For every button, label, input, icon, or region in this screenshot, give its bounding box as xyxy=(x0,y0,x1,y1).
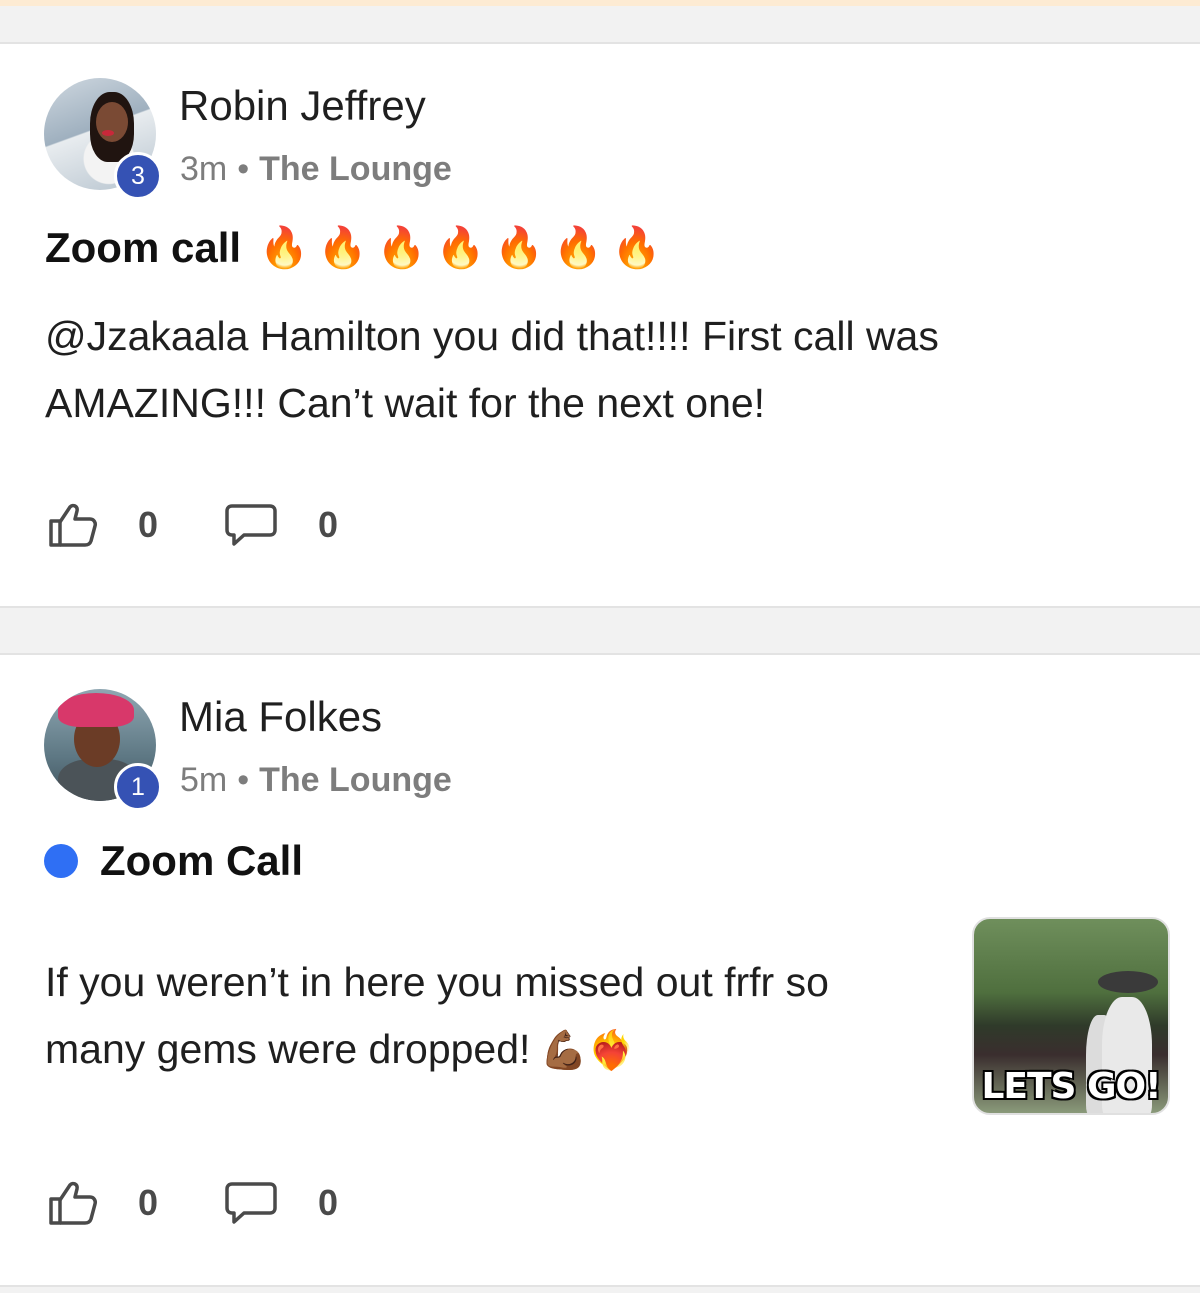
level-badge: 1 xyxy=(114,763,162,811)
avatar-face xyxy=(96,102,128,142)
body-emoji: 💪🏾❤️‍🔥 xyxy=(540,1028,636,1072)
post-actions: 0 0 xyxy=(48,500,338,550)
avatar-hat xyxy=(58,693,134,727)
title-emoji-row: 🔥 🔥 🔥 🔥 🔥 🔥 🔥 xyxy=(259,222,662,274)
fire-emoji: 🔥 xyxy=(317,225,368,271)
like-count: 0 xyxy=(138,1182,159,1223)
post-meta: 3m • The Lounge xyxy=(180,148,452,190)
fire-emoji: 🔥 xyxy=(376,225,427,271)
like-button[interactable]: 0 xyxy=(48,1178,158,1228)
speech-bubble-icon xyxy=(225,1182,277,1224)
top-strip xyxy=(0,0,1200,6)
post-card[interactable]: 1 Mia Folkes 5m • The Lounge Zoom Call If … xyxy=(0,653,1200,1287)
thumbnail-caption: LETS GO! xyxy=(981,1066,1161,1107)
post-time: 3m xyxy=(180,150,228,188)
post-body[interactable]: If you weren’t in here you missed out fr… xyxy=(45,949,925,1084)
post-title[interactable]: Zoom call 🔥 🔥 🔥 🔥 🔥 🔥 🔥 xyxy=(45,222,662,274)
author-name[interactable]: Mia Folkes xyxy=(179,691,382,743)
post-actions: 0 0 xyxy=(48,1178,338,1228)
post-title[interactable]: Zoom Call xyxy=(44,835,303,887)
fire-emoji: 🔥 xyxy=(611,225,662,271)
fire-emoji: 🔥 xyxy=(553,225,603,271)
comment-count: 0 xyxy=(318,504,339,545)
post-title-text: Zoom call xyxy=(45,224,242,271)
thumbs-up-icon xyxy=(49,503,97,547)
fire-emoji: 🔥 xyxy=(259,225,309,271)
post-time: 5m xyxy=(180,761,228,799)
post-card[interactable]: 3 Robin Jeffrey 3m • The Lounge Zoom call … xyxy=(0,42,1200,608)
post-title-text: Zoom Call xyxy=(100,837,304,884)
comment-count: 0 xyxy=(318,1182,339,1223)
post-meta: 5m • The Lounge xyxy=(180,759,452,801)
avatar-lip xyxy=(102,130,114,136)
speech-bubble-icon xyxy=(225,504,277,546)
fire-emoji: 🔥 xyxy=(435,225,486,271)
post-body[interactable]: @Jzakaala Hamilton you did that!!!! Firs… xyxy=(45,303,1105,437)
post-body-text: If you weren’t in here you missed out fr… xyxy=(45,959,829,1072)
level-badge: 3 xyxy=(114,152,162,200)
group-link[interactable]: The Lounge xyxy=(259,761,452,799)
comment-button[interactable]: 0 xyxy=(224,500,338,550)
comment-button[interactable]: 0 xyxy=(224,1178,338,1228)
unread-dot-icon xyxy=(44,844,78,878)
author-avatar-container[interactable]: 1 xyxy=(44,689,162,811)
like-count: 0 xyxy=(138,504,159,545)
like-button[interactable]: 0 xyxy=(48,500,158,550)
thumbnail-figure-hat xyxy=(1098,971,1158,993)
thumbs-up-icon xyxy=(49,1181,97,1225)
author-name[interactable]: Robin Jeffrey xyxy=(179,80,426,132)
meta-separator: • xyxy=(237,150,250,188)
post-thumbnail[interactable]: LETS GO! xyxy=(972,917,1170,1115)
meta-separator: • xyxy=(237,761,250,799)
author-avatar-container[interactable]: 3 xyxy=(44,78,162,200)
group-link[interactable]: The Lounge xyxy=(259,150,452,188)
fire-emoji: 🔥 xyxy=(494,225,545,271)
